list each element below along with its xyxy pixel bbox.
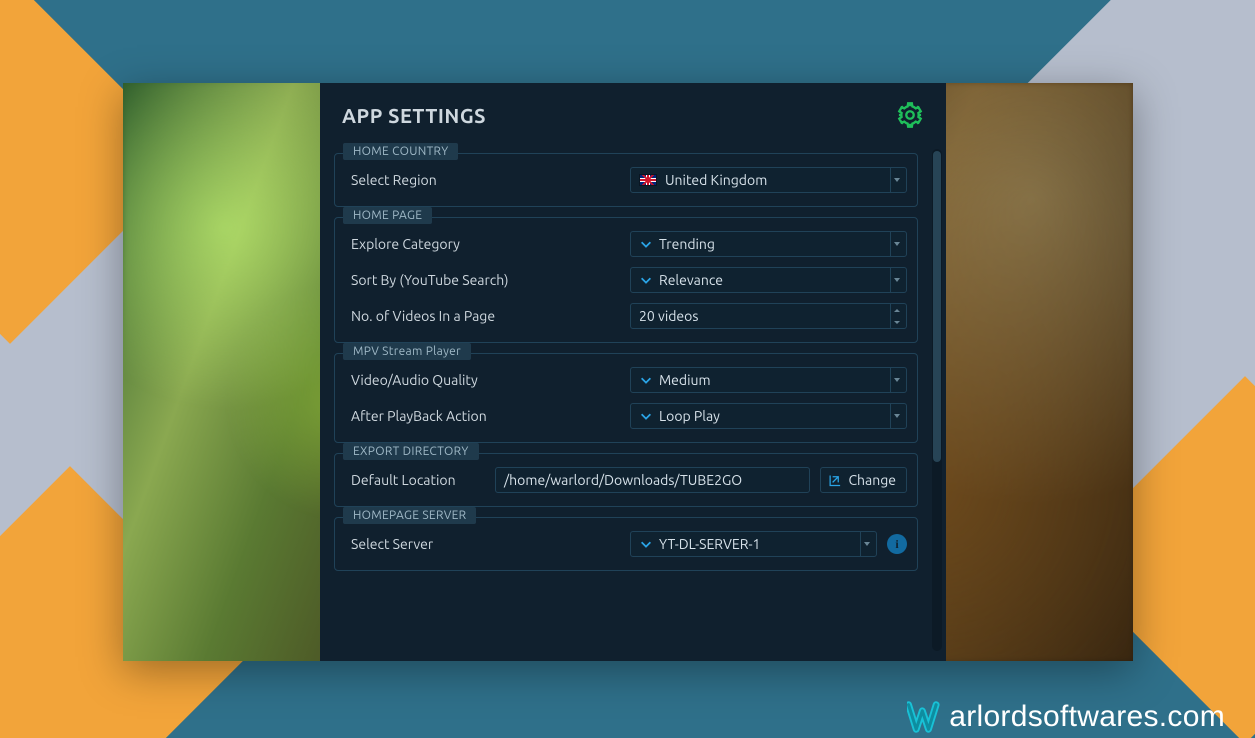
chevron-down-icon [639,537,653,551]
video-count-value: 20 videos [639,308,890,324]
group-legend: EXPORT DIRECTORY [343,443,479,460]
region-select[interactable]: United Kingdom [630,167,907,193]
export-path-input[interactable]: /home/warlord/Downloads/TUBE2GO [495,467,810,493]
group-mpv: MPV Stream Player Video/Audio Quality Me… [334,353,918,443]
quality-select[interactable]: Medium [630,367,907,393]
export-path-value: /home/warlord/Downloads/TUBE2GO [504,472,742,488]
server-select[interactable]: YT-DL-SERVER-1 [630,531,877,557]
group-home-page: HOME PAGE Explore Category Trending Sort… [334,217,918,343]
group-legend: HOME COUNTRY [343,143,458,160]
chevron-down-icon [890,232,902,256]
uk-flag-icon [639,174,657,186]
panel-title: APP SETTINGS [342,104,486,127]
region-value: United Kingdom [665,172,890,188]
screenshot-frame: APP SETTINGS HOME COUNTRY Select Region [123,83,1133,661]
panel-header: APP SETTINGS [320,83,946,143]
explore-category-select[interactable]: Trending [630,231,907,257]
export-icon [827,473,842,488]
label-sort-by: Sort By (YouTube Search) [345,272,620,288]
change-button[interactable]: Change [820,467,907,493]
explore-value: Trending [659,236,890,252]
label-select-region: Select Region [345,172,620,188]
sort-by-select[interactable]: Relevance [630,267,907,293]
chevron-down-icon [639,409,653,423]
change-button-label: Change [848,472,896,488]
chevron-down-icon [639,273,653,287]
chevron-down-icon [890,268,902,292]
group-legend: HOME PAGE [343,207,432,224]
label-quality: Video/Audio Quality [345,372,620,388]
logo-icon [907,700,953,734]
watermark-text: arlordsoftwares.com [949,700,1225,734]
info-icon[interactable] [887,534,907,554]
label-after-playback: After PlayBack Action [345,408,620,424]
after-playback-select[interactable]: Loop Play [630,403,907,429]
quality-value: Medium [659,372,890,388]
settings-panel: APP SETTINGS HOME COUNTRY Select Region [320,83,946,661]
group-server: HOMEPAGE SERVER Select Server YT-DL-SERV… [334,517,918,571]
server-value: YT-DL-SERVER-1 [659,536,860,552]
sort-value: Relevance [659,272,890,288]
label-default-location: Default Location [345,472,485,488]
video-count-spinner[interactable]: 20 videos [630,303,907,329]
group-legend: MPV Stream Player [343,343,471,360]
group-legend: HOMEPAGE SERVER [343,507,476,524]
chevron-down-icon [890,168,902,192]
chevron-down-icon [639,237,653,251]
chevron-down-icon [890,368,902,392]
watermark: arlordsoftwares.com [907,700,1225,734]
label-explore-category: Explore Category [345,236,620,252]
group-export: EXPORT DIRECTORY Default Location /home/… [334,453,918,507]
chevron-down-icon [890,404,902,428]
scrollbar-thumb[interactable] [933,151,941,462]
scrollbar[interactable] [932,149,942,651]
gear-icon[interactable] [896,101,924,129]
label-video-count: No. of Videos In a Page [345,308,620,324]
spinner-buttons[interactable] [890,304,902,328]
label-select-server: Select Server [345,536,620,552]
after-value: Loop Play [659,408,890,424]
chevron-down-icon [639,373,653,387]
group-home-country: HOME COUNTRY Select Region United Kingdo… [334,153,918,207]
chevron-down-icon [860,532,872,556]
